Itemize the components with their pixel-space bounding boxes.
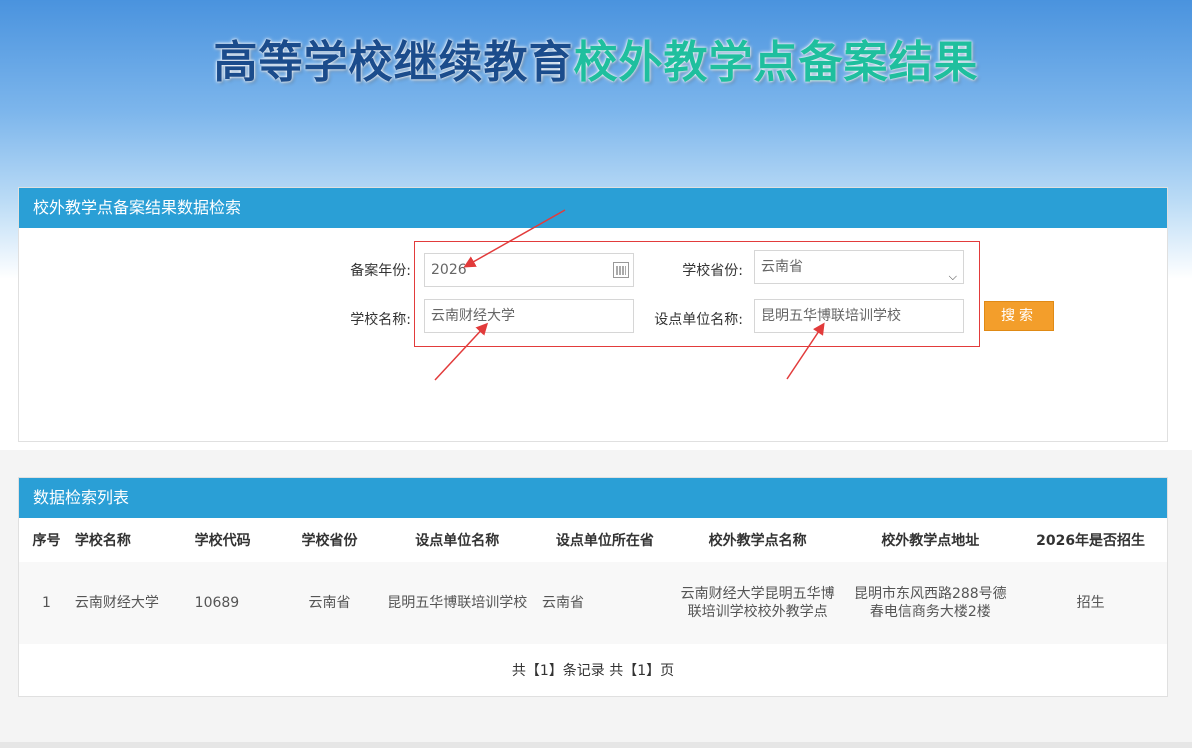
- col-site-address: 校外教学点地址: [881, 533, 980, 549]
- results-panel: 数据检索列表 序号 学校名称 学校代码 学校省份 设点单位名称 设点单位所在省 …: [18, 477, 1168, 697]
- col-enrollment: 2026年是否招生: [1036, 533, 1146, 549]
- col-school-province: 学校省份: [301, 533, 358, 549]
- cell-site-name: 云南财经大学昆明五华博联培训学校校外教学点: [668, 562, 847, 644]
- results-panel-title: 数据检索列表: [19, 478, 1167, 518]
- school-label: 学校名称:: [350, 312, 411, 328]
- unit-input[interactable]: 昆明五华博联培训学校: [754, 299, 964, 333]
- col-unit-name: 设点单位名称: [415, 533, 500, 549]
- cell-index: 1: [19, 562, 74, 644]
- pagination-info: 共【1】条记录 共【1】页: [511, 663, 675, 679]
- school-input-value: 云南财经大学: [431, 308, 515, 324]
- province-select[interactable]: 云南省 ⌵: [754, 250, 964, 284]
- table-header-row: 序号 学校名称 学校代码 学校省份 设点单位名称 设点单位所在省 校外教学点名称…: [19, 518, 1167, 562]
- page-title-part1: 高等学校继续教育: [213, 37, 574, 88]
- calendar-icon[interactable]: [613, 262, 629, 278]
- year-input-value: 2026: [431, 262, 467, 278]
- table-row: 1 云南财经大学 10689 云南省 昆明五华博联培训学校 云南省 云南财经大学…: [19, 562, 1167, 644]
- col-unit-province: 设点单位所在省: [555, 533, 654, 549]
- year-input[interactable]: 2026: [424, 253, 634, 287]
- chevron-down-icon[interactable]: ⌵: [949, 261, 957, 293]
- page-title-part2: 校外教学点备案结果: [573, 37, 979, 88]
- search-button[interactable]: 搜索: [984, 301, 1054, 331]
- col-site-name: 校外教学点名称: [708, 533, 807, 549]
- cell-unit-province: 云南省: [541, 562, 669, 644]
- cell-school-code: 10689: [193, 562, 286, 644]
- col-school-code: 学校代码: [194, 533, 251, 549]
- col-school-name: 学校名称: [74, 533, 131, 549]
- school-input[interactable]: 云南财经大学: [424, 299, 634, 333]
- cell-enrollment: 招生: [1014, 562, 1167, 644]
- province-label: 学校省份:: [682, 263, 743, 279]
- search-panel: 校外教学点备案结果数据检索 备案年份: 2026 学校省份: 云南省 ⌵ 学校名…: [18, 187, 1168, 442]
- footer-bar: [0, 742, 1192, 748]
- unit-label: 设点单位名称:: [654, 312, 743, 328]
- search-panel-title: 校外教学点备案结果数据检索: [19, 188, 1167, 228]
- col-index: 序号: [32, 533, 61, 549]
- cell-site-address: 昆明市东风西路288号德春电信商务大楼2楼: [846, 562, 1015, 644]
- cell-unit-name: 昆明五华博联培训学校: [373, 562, 542, 644]
- province-select-value: 云南省: [761, 259, 803, 275]
- results-table: 序号 学校名称 学校代码 学校省份 设点单位名称 设点单位所在省 校外教学点名称…: [19, 518, 1167, 644]
- page-title: 高等学校继续教育校外教学点备案结果: [0, 26, 1192, 90]
- cell-school-province: 云南省: [285, 562, 374, 644]
- cell-school-name: 云南财经大学: [73, 562, 194, 644]
- year-label: 备案年份:: [350, 263, 411, 279]
- unit-input-value: 昆明五华博联培训学校: [761, 308, 901, 324]
